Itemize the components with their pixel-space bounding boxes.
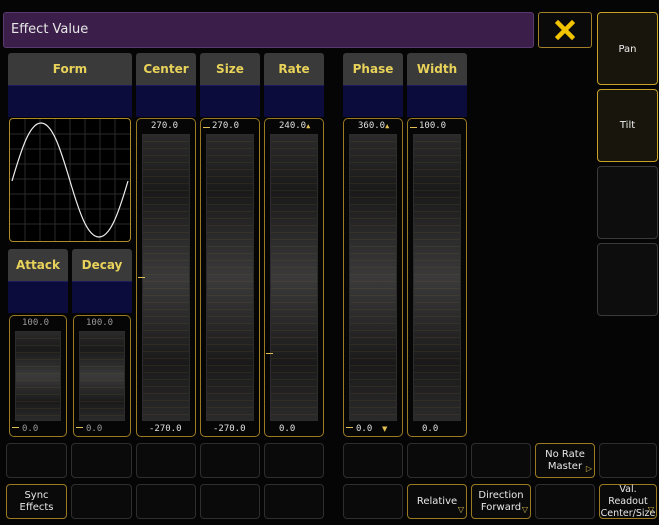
arrow-up-icon: ▲ [306,122,311,130]
center-column-header[interactable]: Center [136,53,196,117]
rate-header: Rate [264,53,324,85]
bottom-row2-slot-4[interactable] [200,484,260,519]
attack-column-header[interactable]: Attack [8,249,68,313]
no-rate-master-label: No Rate Master [545,448,585,472]
relative-button[interactable]: Relative ▽ [407,484,467,519]
size-header: Size [200,53,260,85]
fader-min-label: -270.0 [213,424,246,434]
decay-header: Decay [72,249,132,281]
sync-effects-label: Sync Effects [19,489,54,513]
fader-max-label: 270.0 [212,121,240,131]
rate-column-header[interactable]: Rate [264,53,324,117]
fader-track[interactable] [15,331,61,421]
bottom-row1-slot-10[interactable] [599,443,657,478]
form-column-header[interactable]: Form [8,53,132,117]
fader-track[interactable] [206,134,254,421]
phase-header: Phase [343,53,403,85]
fader-max-label: 360.0▲ [358,121,390,131]
attack-fader[interactable]: 100.0 0.0 [9,315,67,437]
decay-column-header[interactable]: Decay [72,249,132,313]
attack-value[interactable] [8,281,68,313]
rate-value[interactable] [264,85,324,117]
fader-track[interactable] [413,134,461,421]
phase-fader[interactable]: 360.0▲ 0.0 ▼ [343,118,403,437]
direction-forward-button[interactable]: Direction Forward ▽ [471,484,531,519]
close-button[interactable] [538,12,592,48]
decay-value[interactable] [72,281,132,313]
width-column-header[interactable]: Width [407,53,467,117]
arrow-up-icon: ▲ [385,122,390,130]
bottom-row1-slot-8[interactable] [471,443,531,478]
side-item-empty-2[interactable] [597,243,658,316]
size-value[interactable] [200,85,260,117]
triangle-down-icon: ▽ [457,505,464,514]
fader-max-label: 100.0 [22,318,50,328]
fader-max-label: 270.0 [151,121,179,131]
rate-fader[interactable]: 240.0▲ 0.0 [264,118,324,437]
size-fader[interactable]: 270.0 -270.0 [200,118,260,437]
bottom-row1-slot-2[interactable] [71,443,132,478]
form-value[interactable] [8,85,132,117]
attack-header: Attack [8,249,68,281]
fader-min-label: 0.0 [422,424,439,434]
center-fader[interactable]: 270.0 -270.0 [136,118,196,437]
center-value[interactable] [136,85,196,117]
size-column-header[interactable]: Size [200,53,260,117]
form-waveform-display[interactable] [9,118,131,242]
fader-min-label: 0.0 [22,424,39,434]
bottom-row1-slot-6[interactable] [343,443,403,478]
form-header: Form [8,53,132,85]
bottom-row2-slot-9[interactable] [535,484,595,519]
side-item-tilt[interactable]: Tilt [597,89,658,162]
fader-track[interactable] [270,134,318,421]
width-header: Width [407,53,467,85]
no-rate-master-button[interactable]: No Rate Master ▷ [535,443,595,478]
sync-effects-button[interactable]: Sync Effects [6,484,67,519]
center-header: Center [136,53,196,85]
side-item-label: Tilt [619,120,636,131]
bottom-row1-slot-3[interactable] [136,443,196,478]
bottom-row2-slot-3[interactable] [136,484,196,519]
side-item-pan[interactable]: Pan [597,12,658,85]
triangle-right-icon: ▷ [585,464,592,473]
bottom-row2-slot-2[interactable] [71,484,132,519]
bottom-row2-slot-6[interactable] [343,484,403,519]
direction-label: Direction Forward [478,489,524,513]
fader-max-label: 100.0 [86,318,114,328]
side-item-empty-1[interactable] [597,166,658,239]
width-fader[interactable]: 100.0 0.0 [407,118,467,437]
center-fader-marker [138,277,145,278]
bottom-row1-slot-5[interactable] [264,443,324,478]
value-readout-button[interactable]: Val. Readout Center/Size ▽ [599,484,657,519]
bottom-row2-slot-5[interactable] [264,484,324,519]
triangle-down-icon: ▽ [647,505,654,514]
bottom-row1-slot-1[interactable] [6,443,67,478]
phase-value[interactable] [343,85,403,117]
arrow-down-icon: ▼ [382,425,388,433]
fader-min-label: 0.0 [86,424,103,434]
fader-max-label: 100.0 [419,121,447,131]
fader-max-label: 240.0▲ [279,121,311,131]
fader-min-label: -270.0 [149,424,182,434]
bottom-row1-slot-7[interactable] [407,443,467,478]
close-x-icon [555,20,575,40]
decay-fader[interactable]: 100.0 0.0 [73,315,131,437]
rate-fader-marker [266,353,273,354]
fader-min-label: 0.0 [356,424,373,434]
relative-label: Relative [416,495,458,507]
width-value[interactable] [407,85,467,117]
sine-wave-icon [10,119,130,241]
fader-track[interactable] [79,331,125,421]
phase-column-header[interactable]: Phase [343,53,403,117]
fader-min-label: 0.0 [279,424,296,434]
window-title: Effect Value [3,12,534,48]
fader-track[interactable] [142,134,190,421]
side-item-label: Pan [618,44,637,55]
bottom-row1-slot-4[interactable] [200,443,260,478]
fader-track[interactable] [349,134,397,421]
triangle-down-icon: ▽ [521,505,528,514]
